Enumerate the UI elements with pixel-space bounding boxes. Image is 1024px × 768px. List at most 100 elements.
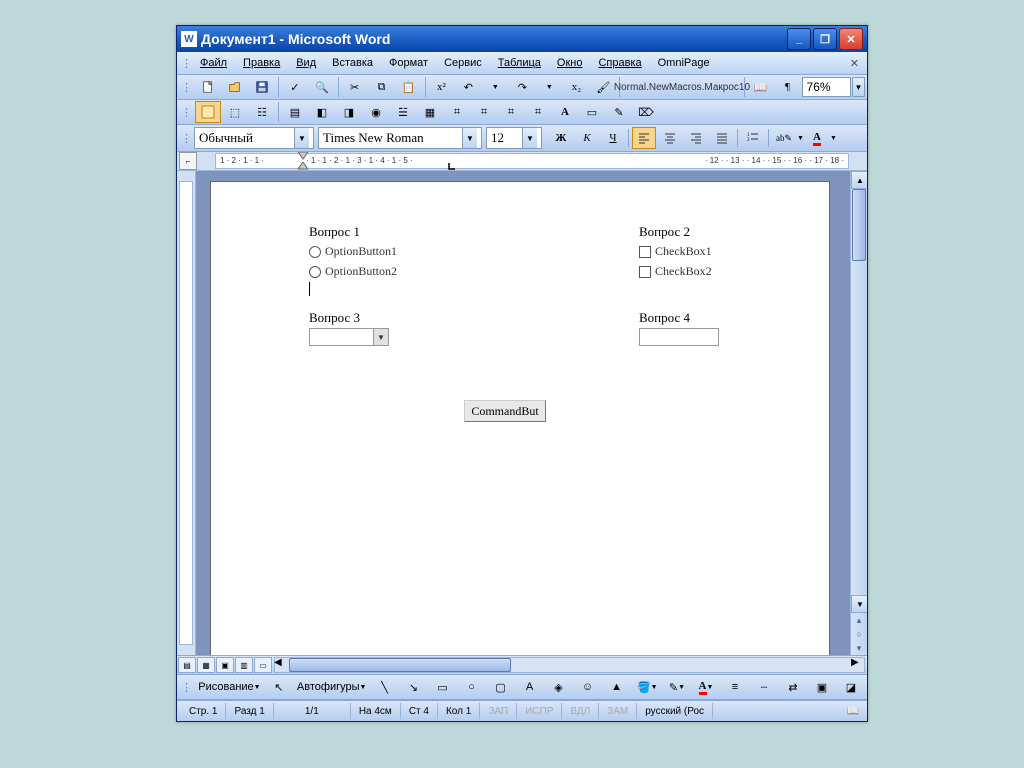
tb-icon-15[interactable]: ▭ [579, 101, 605, 123]
diagram-icon[interactable]: ◈ [545, 676, 573, 698]
ruler-strip[interactable]: 1 · 2 · 1 · 1 · · 1 · 1 · 2 · 1 · 3 · 1 … [215, 153, 849, 169]
menu-window[interactable]: Окно [549, 55, 591, 71]
vertical-ruler[interactable] [177, 171, 196, 655]
zoom-dropdown[interactable]: ▼ [852, 77, 865, 97]
menu-file[interactable]: Файл [192, 55, 235, 71]
combobox-control[interactable]: ▼ [309, 328, 389, 346]
copy-icon[interactable]: ⧉ [369, 76, 395, 98]
select-objects-icon[interactable]: ↖ [265, 676, 293, 698]
tb-icon-4[interactable]: ▤ [282, 101, 308, 123]
menu-help[interactable]: Справка [590, 55, 649, 71]
prev-page-nav[interactable]: ▴ [851, 613, 867, 627]
font-color-draw-icon[interactable]: A▼ [692, 676, 720, 698]
print-layout-view-icon[interactable]: ▣ [216, 657, 234, 673]
size-combo[interactable]: 12 ▼ [486, 127, 542, 149]
tb-icon-7[interactable]: ◉ [363, 101, 389, 123]
status-trk[interactable]: ИСПР [517, 703, 562, 719]
italic-button[interactable]: К [575, 127, 599, 149]
numbered-list-button[interactable]: 12 [741, 127, 765, 149]
reading-view-icon[interactable]: ▭ [254, 657, 272, 673]
tb-icon-12[interactable]: ⌗ [498, 101, 524, 123]
undo-icon[interactable]: ↶ [455, 76, 481, 98]
scroll-track[interactable] [851, 189, 867, 595]
option-button-2[interactable]: OptionButton2 [309, 264, 397, 279]
autoshapes-button[interactable]: Автофигуры ▼ [294, 676, 370, 698]
menu-omnipage[interactable]: OmniPage [650, 55, 718, 71]
tb-icon-5[interactable]: ◧ [309, 101, 335, 123]
horizontal-scrollbar[interactable]: ◀ ▶ [274, 657, 865, 673]
select-browse-object[interactable]: ○ [851, 627, 867, 641]
tab-selector[interactable]: ⌐ [179, 152, 197, 170]
checkbox-1[interactable]: CheckBox1 [639, 244, 712, 259]
tb-icon-11[interactable]: ⌗ [471, 101, 497, 123]
read-mode-icon[interactable]: 📖 [748, 76, 774, 98]
arrow-icon[interactable]: ↘ [400, 676, 428, 698]
open-icon[interactable] [222, 76, 248, 98]
new-doc-icon[interactable] [195, 76, 221, 98]
font-color-dropdown[interactable]: ▼ [830, 135, 837, 142]
paste-icon[interactable]: 📋 [396, 76, 422, 98]
zoom-input[interactable]: 76% [802, 77, 851, 97]
show-pilcrow-icon[interactable]: ¶ [775, 76, 801, 98]
tb-icon-13[interactable]: ⌗ [525, 101, 551, 123]
shadow-style-icon[interactable]: ▣ [808, 676, 836, 698]
textbox-icon[interactable]: ▢ [487, 676, 515, 698]
titlebar[interactable]: W Документ1 - Microsoft Word _ ❐ ✕ [177, 26, 867, 52]
menu-format[interactable]: Формат [381, 55, 436, 71]
tb-icon-10[interactable]: ⌗ [444, 101, 470, 123]
format-painter-icon[interactable]: 🖌 [590, 76, 616, 98]
highlight-dropdown[interactable]: ▼ [797, 135, 804, 142]
macro-name-display[interactable]: Normal.NewMacros.Макрос10 [623, 76, 741, 98]
font-color-button[interactable]: A [805, 127, 829, 149]
align-left-button[interactable] [632, 127, 656, 149]
maximize-button[interactable]: ❐ [813, 28, 837, 50]
tb-icon-16[interactable]: ✎ [606, 101, 632, 123]
status-ovr[interactable]: ЗАМ [599, 703, 637, 719]
dash-style-icon[interactable]: ┄ [750, 676, 778, 698]
horizontal-ruler[interactable]: ⌐ 1 · 2 · 1 · 1 · · 1 · 1 · 2 · 1 · 3 · … [177, 152, 867, 171]
status-rec[interactable]: ЗАП [480, 703, 517, 719]
document-page[interactable]: Вопрос 1 Вопрос 2 OptionButton1 OptionBu… [210, 181, 830, 655]
tb-icon-17[interactable]: ⌦ [633, 101, 659, 123]
option-button-1[interactable]: OptionButton1 [309, 244, 397, 259]
hscroll-thumb[interactable] [289, 658, 511, 672]
oval-icon[interactable]: ○ [458, 676, 486, 698]
save-icon[interactable] [249, 76, 275, 98]
menu-tools[interactable]: Сервис [436, 55, 490, 71]
undo-dropdown[interactable]: ▼ [482, 76, 508, 98]
tb-icon-8[interactable]: ☱ [390, 101, 416, 123]
font-combo[interactable]: Times New Roman ▼ [318, 127, 482, 149]
line-style-icon[interactable]: ≡ [721, 676, 749, 698]
hanging-indent-marker[interactable] [298, 162, 308, 170]
document-viewport[interactable]: Вопрос 1 Вопрос 2 OptionButton1 OptionBu… [196, 171, 850, 655]
tb-icon-9[interactable]: ▦ [417, 101, 443, 123]
textbox-control[interactable] [639, 328, 719, 346]
scroll-left-arrow[interactable]: ◀ [274, 657, 288, 671]
3d-style-icon[interactable]: ◪ [837, 676, 865, 698]
highlight-button[interactable]: ab✎ [772, 127, 796, 149]
wordart-icon[interactable]: A [516, 676, 544, 698]
research-icon[interactable]: 🔍 [309, 76, 335, 98]
underline-button[interactable]: Ч [601, 127, 625, 149]
align-justify-button[interactable] [710, 127, 734, 149]
line-color-icon[interactable]: ✎▼ [663, 676, 691, 698]
checkbox-2[interactable]: CheckBox2 [639, 264, 712, 279]
draw-menu-button[interactable]: Рисование ▼ [195, 676, 264, 698]
tab-stop-marker[interactable] [448, 162, 456, 170]
status-ext[interactable]: ВДЛ [562, 703, 599, 719]
redo-dropdown[interactable]: ▼ [536, 76, 562, 98]
superscript-icon[interactable]: x² [428, 76, 454, 98]
tb-icon-14[interactable]: A [552, 101, 578, 123]
web-layout-view-icon[interactable]: ▦ [197, 657, 215, 673]
normal-view-icon[interactable]: ▤ [178, 657, 196, 673]
outline-view-icon[interactable]: ▥ [235, 657, 253, 673]
menu-edit[interactable]: Правка [235, 55, 288, 71]
tb-icon-1[interactable] [195, 101, 221, 123]
chevron-down-icon[interactable]: ▼ [373, 329, 388, 345]
align-center-button[interactable] [658, 127, 682, 149]
tb-icon-3[interactable]: ☷ [249, 101, 275, 123]
scroll-right-arrow[interactable]: ▶ [851, 657, 865, 671]
scroll-thumb[interactable] [852, 189, 866, 261]
subscript-icon[interactable]: x₂ [563, 76, 589, 98]
align-right-button[interactable] [684, 127, 708, 149]
